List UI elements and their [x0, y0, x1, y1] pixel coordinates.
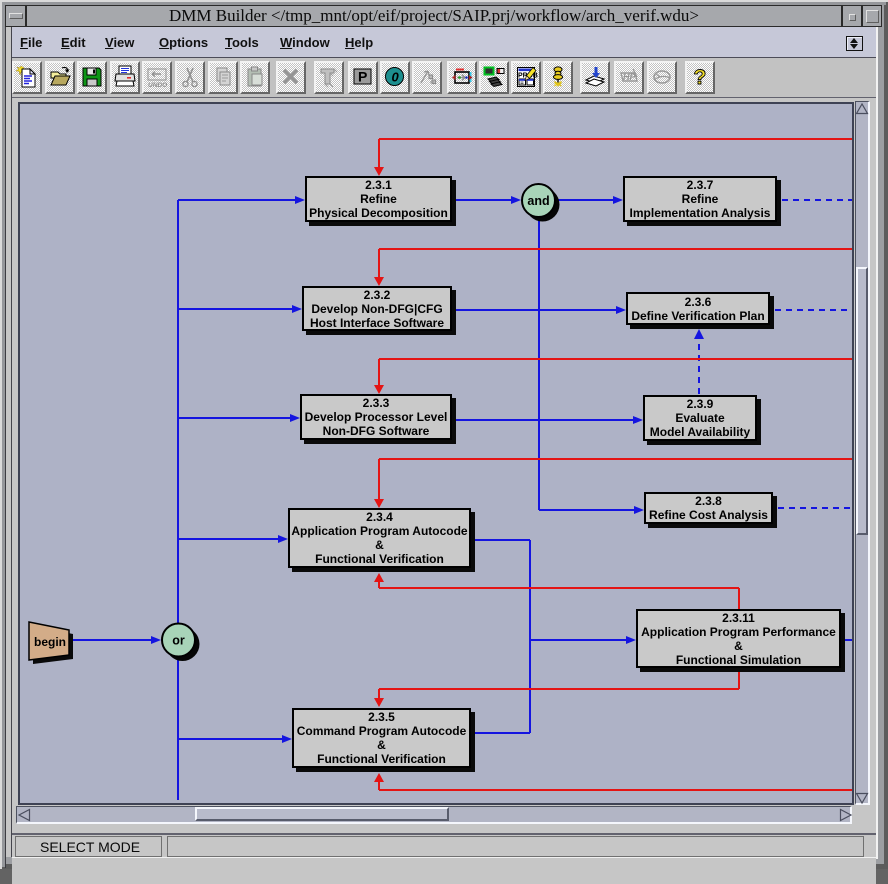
svg-text:begin: begin	[34, 635, 66, 649]
svg-text:and: and	[527, 194, 549, 208]
svg-text:or: or	[172, 634, 185, 648]
